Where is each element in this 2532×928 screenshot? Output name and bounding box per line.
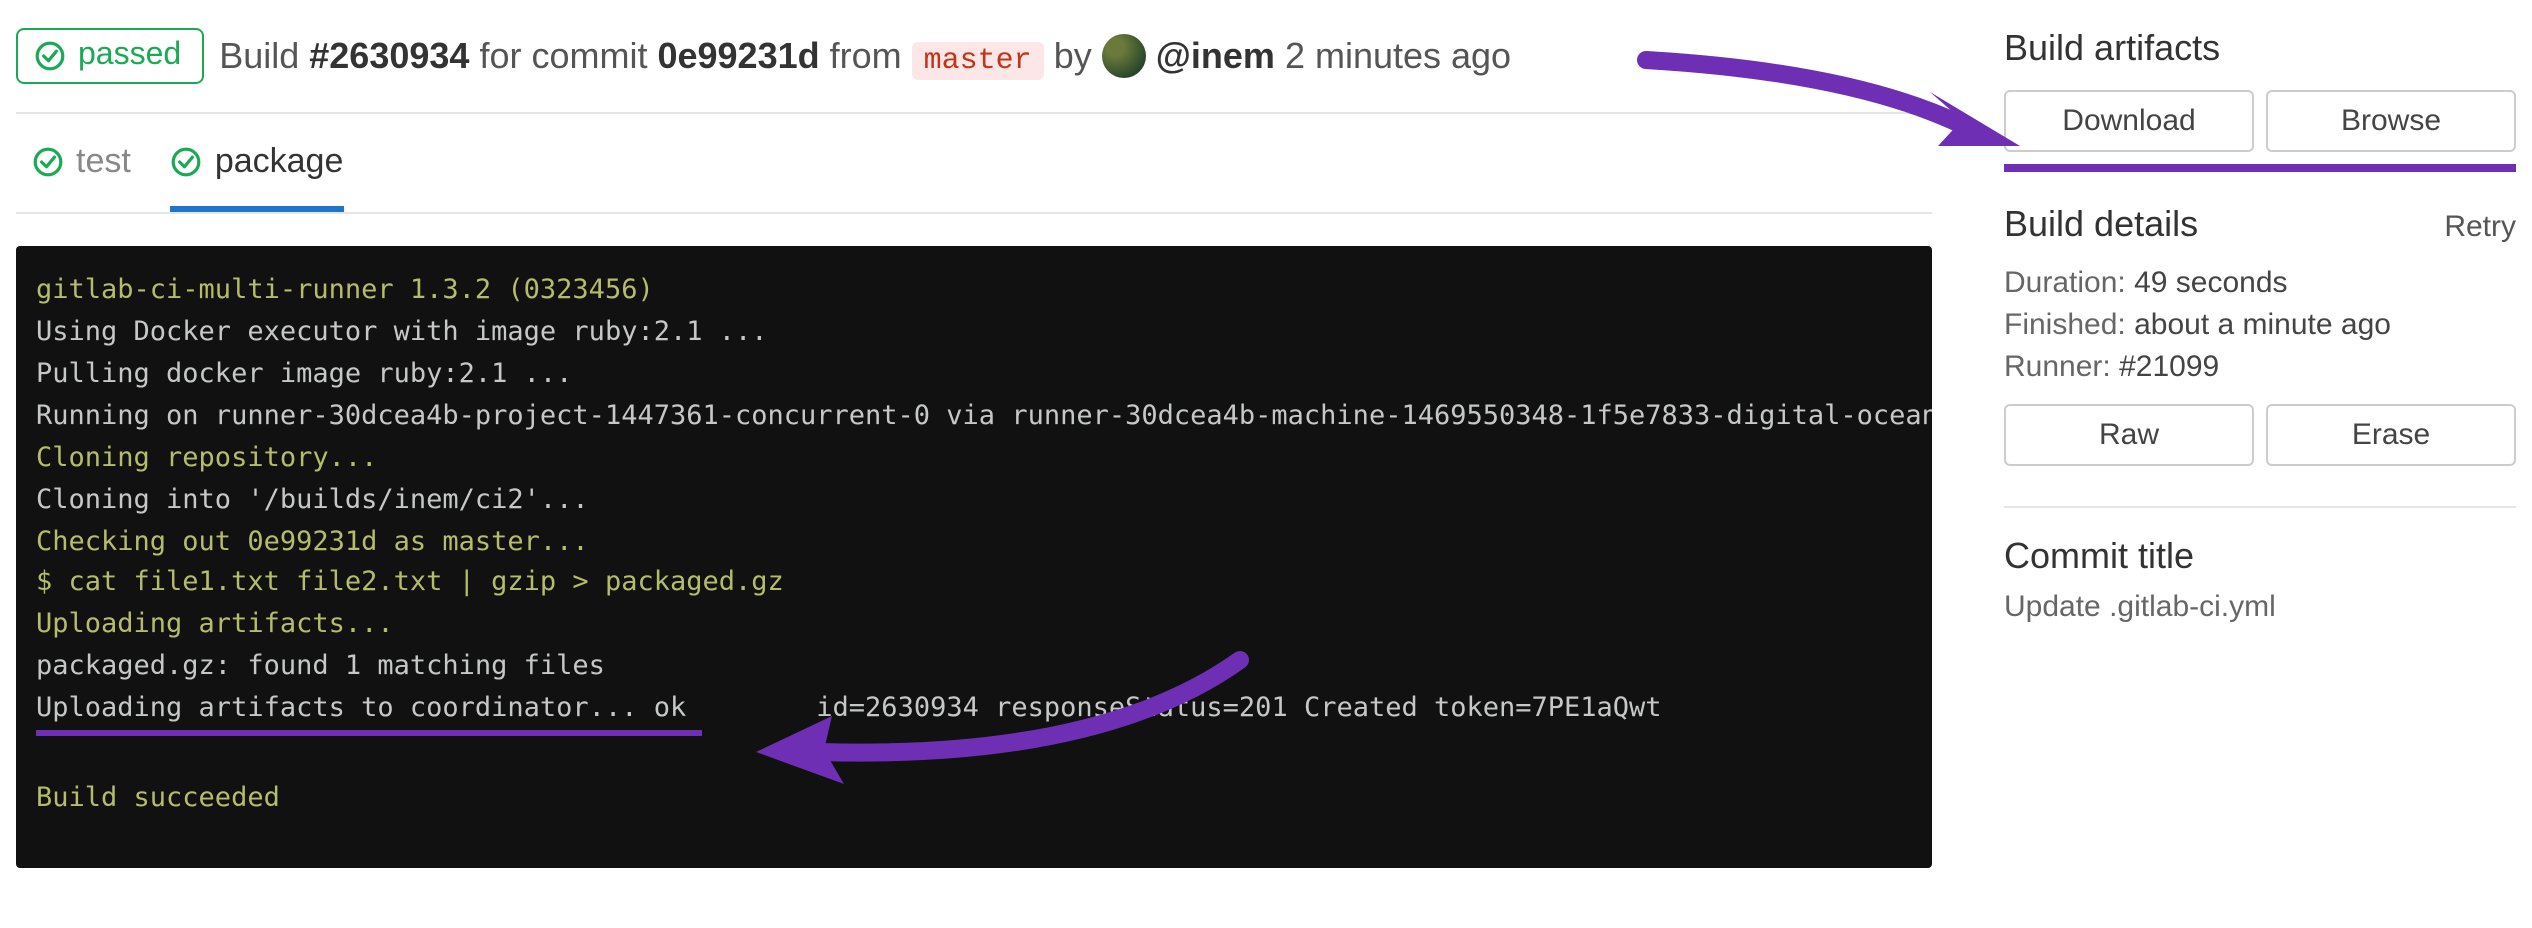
commit-title-heading: Commit title (2004, 536, 2516, 578)
pipeline-tabs: test package (16, 114, 1932, 214)
branch-tag[interactable]: master (912, 42, 1044, 80)
artifacts-heading: Build artifacts (2004, 28, 2516, 70)
build-id[interactable]: #2630934 (309, 36, 469, 76)
finished-row: Finished: about a minute ago (2004, 308, 2516, 342)
status-badge: passed (16, 28, 203, 84)
build-age: 2 minutes ago (1275, 36, 1511, 76)
build-log[interactable]: gitlab-ci-multi-runner 1.3.2 (0323456) U… (16, 246, 1932, 868)
tab-test[interactable]: test (32, 142, 131, 212)
check-circle-icon (32, 146, 64, 178)
runner-row: Runner: #21099 (2004, 350, 2516, 384)
tab-package[interactable]: package (171, 142, 344, 212)
details-heading: Build details Retry (2004, 204, 2516, 246)
retry-link[interactable]: Retry (2444, 210, 2516, 244)
commit-sha[interactable]: 0e99231d (657, 36, 819, 76)
browse-button[interactable]: Browse (2266, 90, 2516, 152)
annotation-highlight (2004, 164, 2516, 172)
check-circle-icon (34, 40, 66, 72)
sidebar: Build artifacts Download Browse Build de… (2004, 20, 2516, 868)
duration-row: Duration: 49 seconds (2004, 266, 2516, 300)
raw-button[interactable]: Raw (2004, 404, 2254, 466)
build-summary: Build #2630934 for commit 0e99231d from … (219, 34, 1511, 78)
erase-button[interactable]: Erase (2266, 404, 2516, 466)
status-text: passed (78, 38, 181, 74)
download-button[interactable]: Download (2004, 90, 2254, 152)
avatar[interactable] (1102, 34, 1146, 78)
commit-message: Update .gitlab-ci.yml (2004, 590, 2516, 624)
user-handle[interactable]: @inem (1156, 36, 1275, 76)
check-circle-icon (171, 146, 203, 178)
build-header: passed Build #2630934 for commit 0e99231… (16, 20, 1932, 114)
